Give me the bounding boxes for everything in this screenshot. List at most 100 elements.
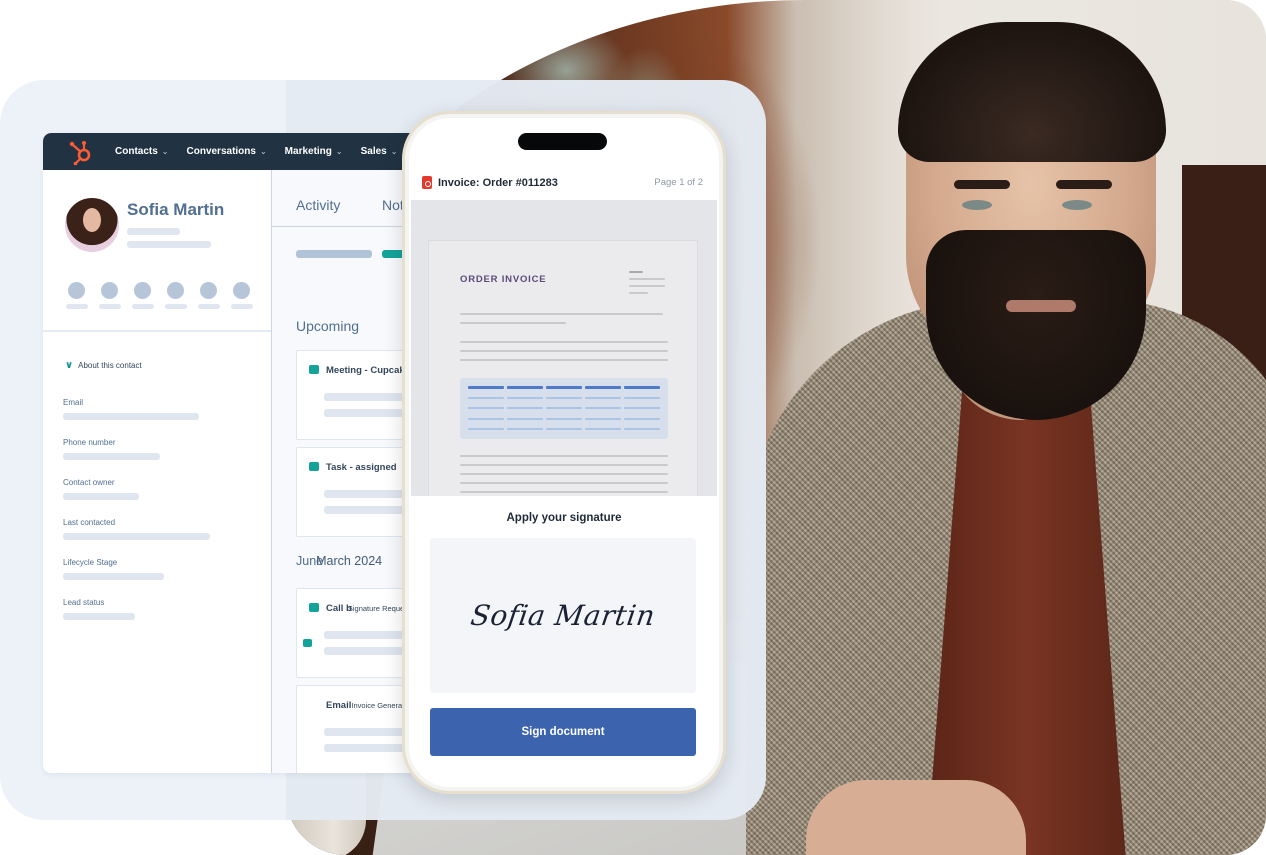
activity-card-title: Task - assigned	[326, 462, 397, 473]
document-title-group: Invoice: Order #011283	[422, 176, 558, 189]
property-value-placeholder[interactable]	[63, 573, 164, 580]
about-contact-label: About this contact	[78, 361, 142, 370]
phone-screen: Invoice: Order #011283 Page 1 of 2 ORDER…	[409, 118, 719, 787]
photo-eye	[962, 200, 992, 210]
placeholder-line	[197, 304, 220, 309]
property-value-placeholder[interactable]	[63, 533, 210, 540]
signature-pad[interactable]: Sofia Martin	[430, 538, 696, 693]
action-circle-icon	[167, 282, 184, 299]
property-value-placeholder[interactable]	[63, 613, 135, 620]
property-value-placeholder[interactable]	[63, 493, 139, 500]
hubspot-sprocket-icon[interactable]	[67, 138, 95, 166]
table-cell	[585, 428, 621, 430]
table-cell	[624, 407, 660, 409]
quick-action-button[interactable]	[197, 282, 220, 309]
table-cell	[585, 386, 621, 389]
table-cell	[507, 397, 543, 399]
table-cell	[468, 428, 504, 430]
nav-item-label: Contacts	[115, 146, 158, 157]
text-line	[629, 285, 665, 287]
nav-menu: Contacts ⌄ Conversations ⌄ Marketing ⌄ S…	[115, 146, 397, 157]
property-phone: Phone number	[63, 438, 160, 478]
top-nav: Contacts ⌄ Conversations ⌄ Marketing ⌄ S…	[43, 133, 423, 170]
text-line	[460, 482, 668, 484]
contact-sidebar: Sofia Martin ∨ About this contact Email	[43, 170, 272, 773]
table-row	[468, 397, 660, 399]
property-contact-owner: Contact owner	[63, 478, 139, 518]
placeholder-line	[131, 304, 154, 309]
history-heading-over: March 2024	[316, 554, 383, 568]
photo-hand	[806, 780, 1026, 855]
property-label: Phone number	[63, 438, 116, 447]
quick-action-button[interactable]	[164, 282, 187, 309]
table-row	[468, 428, 660, 430]
card-title-under: Email	[326, 700, 352, 711]
pdf-file-icon	[422, 176, 432, 189]
tab-activity[interactable]: Activity	[296, 197, 340, 213]
text-line	[629, 271, 643, 273]
page-indicator: Page 1 of 2	[654, 177, 703, 188]
upcoming-heading: Upcoming	[296, 318, 360, 334]
contact-profile: Sofia Martin	[43, 170, 271, 332]
quick-action-button[interactable]	[98, 282, 121, 309]
table-cell	[624, 428, 660, 430]
nav-item-label: Conversations	[186, 146, 256, 157]
table-cell	[546, 418, 582, 420]
avatar-face	[83, 208, 101, 232]
contact-name: Sofia Martin	[127, 200, 225, 219]
nav-item-contacts[interactable]: Contacts ⌄	[115, 146, 169, 157]
activity-filter-bar	[296, 250, 412, 258]
chevron-down-icon: ∨	[65, 360, 74, 371]
meeting-tag-icon	[309, 365, 319, 374]
table-cell	[585, 397, 621, 399]
table-cell	[507, 428, 543, 430]
property-lead-status: Lead status	[63, 598, 135, 638]
table-row	[468, 407, 660, 409]
photo-eye	[1062, 200, 1092, 210]
text-line	[460, 455, 668, 457]
signature-value: Sofia Martin	[468, 599, 658, 632]
quick-action-button[interactable]	[131, 282, 154, 309]
signature-label: Apply your signature	[506, 512, 622, 524]
property-label: Lifecycle Stage	[63, 558, 118, 567]
placeholder-line	[65, 304, 88, 309]
action-circle-icon	[101, 282, 118, 299]
property-value-placeholder[interactable]	[63, 413, 199, 420]
table-cell	[546, 397, 582, 399]
text-line	[460, 491, 668, 493]
property-value-placeholder[interactable]	[63, 453, 160, 460]
text-line	[460, 473, 668, 475]
table-cell	[624, 418, 660, 420]
quick-action-button[interactable]	[230, 282, 253, 309]
text-line	[460, 359, 668, 361]
phone-device: Invoice: Order #011283 Page 1 of 2 ORDER…	[402, 111, 726, 794]
placeholder-line	[127, 228, 180, 235]
nav-item-sales[interactable]: Sales ⌄	[361, 146, 398, 157]
nav-item-marketing[interactable]: Marketing ⌄	[285, 146, 343, 157]
text-line	[460, 350, 668, 352]
table-cell	[468, 418, 504, 420]
history-heading: JuneMarch 2024	[296, 554, 382, 568]
filter-chip[interactable]	[296, 250, 372, 258]
document-preview[interactable]: ORDER INVOICE	[411, 200, 717, 496]
contact-properties: Email Phone number Contact owner Last co…	[63, 398, 210, 638]
action-circle-icon	[134, 282, 151, 299]
table-cell	[546, 386, 582, 389]
photo-brow	[1056, 180, 1112, 189]
table-cell	[585, 418, 621, 420]
placeholder-line	[127, 241, 211, 248]
nav-item-conversations[interactable]: Conversations ⌄	[187, 146, 267, 157]
table-cell	[624, 397, 660, 399]
table-cell	[546, 407, 582, 409]
about-contact-toggle[interactable]: ∨ About this contact	[65, 360, 142, 371]
sign-document-button[interactable]: Sign document	[430, 708, 696, 756]
table-cell	[468, 397, 504, 399]
text-line	[460, 313, 663, 315]
quick-action-button[interactable]	[65, 282, 88, 309]
card-title-over: Signature Request	[347, 604, 410, 613]
invoice-table	[460, 378, 668, 439]
action-circle-icon	[200, 282, 217, 299]
activity-card-title: EmailInvoice Generated	[326, 700, 413, 711]
quick-actions	[65, 282, 253, 309]
text-line	[629, 292, 648, 294]
